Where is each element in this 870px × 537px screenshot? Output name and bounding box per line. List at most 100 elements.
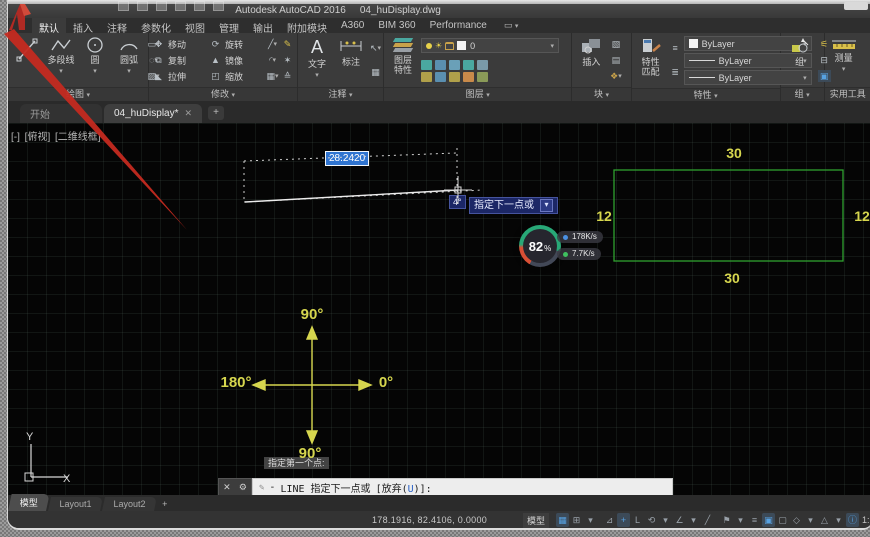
measure-button[interactable]: 测量 ▾ [828, 35, 860, 85]
layer-freeze-icon[interactable] [449, 60, 460, 70]
tab-layout2[interactable]: Layout2 [102, 497, 157, 511]
lineweight-list-icon[interactable]: ≡ [669, 42, 682, 54]
layer-unisolate-icon[interactable] [421, 72, 432, 82]
fillet-icon[interactable]: ◜▾ [266, 54, 279, 66]
layer-isolate-icon[interactable] [435, 60, 446, 70]
new-tab-button[interactable]: + [208, 106, 224, 120]
table-icon[interactable]: ▦ [369, 66, 382, 78]
layer-properties-button[interactable]: 图层特性 [387, 35, 419, 85]
viewport-view-control[interactable]: [俯视] [25, 132, 51, 143]
edit-block-icon[interactable]: ▤ [609, 54, 622, 66]
layer-unlock-icon[interactable] [463, 72, 474, 82]
close-icon[interactable]: ✕ [185, 108, 193, 119]
chevron-down-icon[interactable]: ▾ [804, 513, 817, 527]
grid-icon[interactable]: ▦ [556, 513, 569, 527]
selection-cycling-icon[interactable]: ▢ [776, 513, 789, 527]
move-button[interactable]: ✥移动 [152, 36, 207, 52]
tab-manage[interactable]: 管理 [212, 18, 246, 33]
polar-tracking-icon[interactable]: ⟲ [645, 513, 658, 527]
match-properties-button[interactable]: 特性匹配 [635, 35, 667, 86]
create-block-icon[interactable]: ▧ [609, 38, 622, 50]
block-attributes-icon[interactable]: ❖▾ [609, 70, 622, 82]
group-button[interactable]: 组 [784, 35, 816, 85]
layer-off-icon[interactable] [421, 60, 432, 70]
layer-lock-tool-icon[interactable] [463, 60, 474, 70]
dimension-button[interactable]: 标注 [335, 35, 367, 85]
dynamic-ucs-icon[interactable]: △ [818, 513, 831, 527]
layer-dropdown[interactable]: ☀ 0 ▾ [421, 38, 559, 53]
panel-label-utilities[interactable]: 实用工具 [825, 87, 870, 101]
tab-home[interactable]: 默认 [32, 18, 66, 33]
object-snap-tracking-icon[interactable]: ╱ [701, 513, 714, 527]
close-icon[interactable]: ✕ [223, 482, 231, 493]
linetype-list-icon[interactable]: ≣ [669, 67, 682, 79]
dynamic-prompt-options-icon[interactable]: ▾ [540, 199, 553, 212]
new-layout-button[interactable]: + [156, 497, 173, 511]
polyline-button[interactable]: 多段线 ▾ [45, 35, 77, 85]
array-icon[interactable]: ▦▾ [266, 70, 279, 82]
transparency-icon[interactable]: ▣ [762, 513, 775, 527]
scale-button[interactable]: ◰缩放 [209, 68, 264, 84]
snap-icon[interactable]: ⊞ [570, 513, 583, 527]
dynamic-input-field[interactable]: 28.2420 [325, 151, 369, 166]
panel-label-annotation[interactable]: 注释 ▾ [298, 87, 383, 101]
file-tab-document[interactable]: 04_huDisplay* ✕ [104, 104, 202, 123]
rotate-button[interactable]: ⟳旋转 [209, 36, 264, 52]
file-tab-start[interactable]: 开始 [20, 104, 102, 123]
ortho-icon[interactable]: L [631, 513, 644, 527]
panel-label-modify[interactable]: 修改 ▾ [149, 87, 297, 101]
window-controls[interactable] [844, 2, 868, 10]
layer-match-icon[interactable] [477, 60, 488, 70]
dynamic-input-icon[interactable]: + [617, 513, 630, 527]
object-snap-icon[interactable]: ⚑ [720, 513, 733, 527]
customize-icon[interactable]: ⚙ [239, 482, 247, 493]
viewport-visual-style-control[interactable]: [二维线框] [55, 132, 101, 143]
chevron-down-icon[interactable]: ▾ [659, 513, 672, 527]
annotation-visibility-icon[interactable]: ⓘ [846, 513, 859, 527]
tab-model[interactable]: 模型 [8, 494, 50, 511]
panel-label-block[interactable]: 块 ▾ [572, 87, 630, 101]
trim-icon[interactable]: ╱▾ [266, 38, 279, 50]
leader-icon[interactable]: ↖▾ [369, 42, 382, 54]
tab-annotate[interactable]: 注释 [100, 18, 134, 33]
tab-view[interactable]: 视图 [178, 18, 212, 33]
chevron-down-icon[interactable]: ▾ [584, 513, 597, 527]
tab-addins[interactable]: 附加模块 [280, 18, 334, 33]
chevron-down-icon[interactable]: ▾ [734, 513, 747, 527]
chevron-down-icon[interactable]: ▾ [832, 513, 845, 527]
chevron-down-icon[interactable]: ▾ [687, 513, 700, 527]
stretch-button[interactable]: ◣拉伸 [152, 68, 207, 84]
circle-button[interactable]: 圆 ▾ [79, 35, 111, 85]
tab-output[interactable]: 输出 [246, 18, 280, 33]
tab-insert[interactable]: 插入 [66, 18, 100, 33]
offset-icon[interactable]: ≙ [281, 70, 294, 82]
copy-button[interactable]: ⧉复制 [152, 52, 207, 68]
ribbon-display-toggle[interactable]: ▭ ▾ [504, 18, 519, 33]
model-space-button[interactable]: 模型 [523, 513, 549, 528]
isometric-drafting-icon[interactable]: ∠ [673, 513, 686, 527]
line-tool-button[interactable] [11, 35, 43, 85]
layer-thaw-all-icon[interactable] [435, 72, 446, 82]
infer-constraints-icon[interactable]: ⊿ [603, 513, 616, 527]
mirror-button[interactable]: ▲镜像 [209, 52, 264, 68]
erase-icon[interactable]: ✎ [281, 38, 294, 50]
insert-block-button[interactable]: 插入 [575, 35, 607, 85]
lineweight-display-icon[interactable]: ≡ [748, 513, 761, 527]
tab-performance[interactable]: Performance [423, 18, 494, 33]
tab-layout1[interactable]: Layout1 [48, 497, 103, 511]
panel-label-layers[interactable]: 图层 ▾ [384, 87, 571, 101]
panel-label-group[interactable]: 组 ▾ [781, 87, 824, 101]
osnap-3d-icon[interactable]: ◇ [790, 513, 803, 527]
text-button[interactable]: A 文字 ▾ [301, 35, 333, 85]
arc-button[interactable]: 圆弧 ▾ [113, 35, 145, 85]
tab-a360[interactable]: A360 [334, 18, 371, 33]
panel-label-draw[interactable]: 绘图 ▾ [8, 87, 148, 101]
tab-parametric[interactable]: 参数化 [134, 18, 178, 33]
explode-icon[interactable]: ✶ [281, 54, 294, 66]
layer-walk-icon[interactable] [477, 72, 488, 82]
tab-bim360[interactable]: BIM 360 [371, 18, 422, 33]
layer-on-all-icon[interactable] [449, 72, 460, 82]
panel-label-properties[interactable]: 特性 ▾ [632, 88, 780, 101]
annotation-scale-button[interactable]: 1:1/100% [860, 513, 869, 527]
viewport-minimize-control[interactable]: [-] [11, 132, 20, 143]
